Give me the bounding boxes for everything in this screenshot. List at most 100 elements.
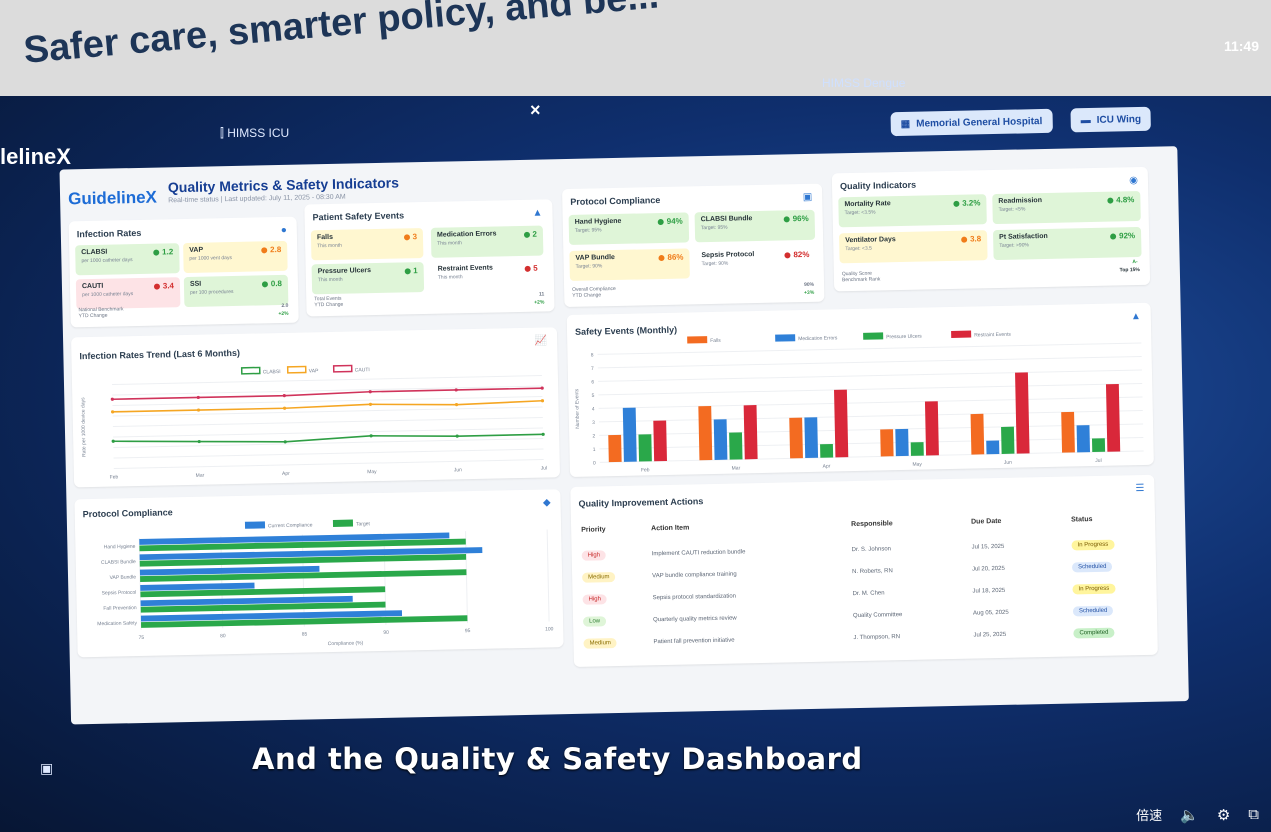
patient-safety-card: Patient Safety Events ▲ Falls This month 3… xyxy=(304,199,555,317)
metric-name: Pressure Ulcers xyxy=(317,267,372,276)
data-point xyxy=(282,406,287,410)
tick-label: 85 xyxy=(302,632,308,638)
compliance-hbar-chart: 75 80 85 90 95 100 Hand Hygiene CLABSI Bundle VA… xyxy=(97,519,554,647)
legend-label: CLABSI xyxy=(263,369,281,375)
tick-label: Mar xyxy=(196,473,205,479)
data-point xyxy=(454,403,459,407)
data-point xyxy=(110,397,114,401)
metric-sub: per 1000 catheter days xyxy=(82,291,134,299)
card-title: Patient Safety Events xyxy=(312,210,405,223)
legend-label: Medication Errors xyxy=(798,335,838,342)
tick-label: 4 xyxy=(592,406,595,412)
metric-tile[interactable]: Medication Errors This month 2 xyxy=(430,225,544,258)
tick-label: Jul xyxy=(541,465,548,471)
table-cell: VAP bundle compliance training xyxy=(652,571,737,580)
legend-swatch xyxy=(863,332,884,340)
pip-icon[interactable]: ⧉ xyxy=(1248,806,1259,823)
metric-sub: This month xyxy=(317,276,343,284)
bar xyxy=(1001,426,1015,454)
legend-swatch xyxy=(240,366,261,375)
metric-value: 4.8% xyxy=(1107,195,1134,205)
bar xyxy=(910,442,924,456)
table-cell: Patient fall prevention initiative xyxy=(653,637,735,646)
info-icon[interactable]: ● xyxy=(281,225,287,236)
bed-icon: ▬ xyxy=(1080,114,1091,126)
page-subtitle: Real-time status | Last updated: July 11… xyxy=(168,193,346,205)
legend-swatch xyxy=(775,334,796,342)
tick-label: 0 xyxy=(593,460,596,466)
bar xyxy=(834,389,849,458)
warning-icon[interactable]: ▲ xyxy=(532,208,542,219)
metric-tile[interactable]: VAP Bundle Target: 90% 86% xyxy=(569,248,690,281)
wing-pill[interactable]: ▬ ICU Wing xyxy=(1070,106,1152,133)
infection-line-chart: CLABSI VAP CAUTI Feb Mar Apr May Jun Jul Rate per… xyxy=(80,364,548,481)
speed-button[interactable]: 倍速 xyxy=(1136,805,1162,824)
list-icon[interactable]: ☰ xyxy=(1135,483,1144,494)
column-header[interactable]: Status xyxy=(1071,516,1093,523)
metric-tile[interactable]: Mortality Rate Target: <3.5% 3.2% xyxy=(838,194,987,228)
bar xyxy=(653,420,667,462)
bar xyxy=(729,432,743,460)
metric-tile[interactable]: Ventilator Days Target: <3.5 3.8 xyxy=(839,230,988,264)
protocol-card: Protocol Compliance ▣ Hand Hygiene Target… xyxy=(562,183,825,308)
dashboard-screen: ▦ Memorial General Hospital ▬ ICU Wing Gui… xyxy=(40,74,1203,736)
column-header[interactable]: Action Item xyxy=(651,524,689,532)
tick-label: 95 xyxy=(465,628,471,634)
settings-icon[interactable]: ⚙ xyxy=(1217,806,1230,824)
metric-tile[interactable]: Restraint Events This month 5 xyxy=(431,259,545,292)
column-header[interactable]: Due Date xyxy=(971,518,1001,526)
metric-value: 0.8 xyxy=(261,279,282,288)
bar xyxy=(743,405,758,460)
metric-tile[interactable]: CAUTI per 1000 catheter days 3.4 xyxy=(75,277,181,310)
hospital-pill[interactable]: ▦ Memorial General Hospital xyxy=(890,108,1053,137)
metric-tile[interactable]: Pt Satisfaction Target: >90% 92% xyxy=(992,226,1142,261)
status-dot xyxy=(657,218,664,225)
volume-icon[interactable]: 🔈 xyxy=(1180,806,1199,824)
legend-label: Target xyxy=(356,521,371,527)
column-header[interactable]: Responsible xyxy=(851,520,893,528)
card-foot-label: Total Events YTD Change xyxy=(314,295,344,309)
page-title: Quality Metrics & Safety Indicators xyxy=(167,174,400,196)
bar xyxy=(895,428,909,457)
dashboard: GuidelineX Quality Metrics & Safety Indi… xyxy=(59,146,1189,725)
clipboard-icon[interactable]: ▣ xyxy=(803,192,813,203)
metric-tile[interactable]: CLABSI Bundle Target: 95% 96% xyxy=(694,209,816,243)
legend-swatch xyxy=(332,364,353,373)
metric-tile[interactable]: VAP per 1000 vent days 2.8 xyxy=(183,240,288,274)
subtitle-icon[interactable]: ▣ xyxy=(40,760,53,777)
metric-tile[interactable]: Falls This month 3 xyxy=(310,228,424,261)
gridline xyxy=(465,531,468,624)
status-badge: Scheduled xyxy=(1071,561,1113,573)
metric-value: 96% xyxy=(783,214,809,224)
category-label: Medication Safety xyxy=(97,620,137,627)
globe-icon[interactable]: ◉ xyxy=(1129,175,1138,186)
infection-trend-card: Infection Rates Trend (Last 6 Months) 📈 … xyxy=(71,327,561,488)
data-point xyxy=(368,390,372,394)
gridline xyxy=(112,417,543,428)
x-axis-label: Compliance (%) xyxy=(328,640,364,647)
metric-value: 92% xyxy=(1110,231,1135,241)
metric-tile[interactable]: Hand Hygiene Target: 95% 94% xyxy=(568,212,690,245)
card-foot-change: +2% xyxy=(278,310,289,318)
category-label: Hand Hygiene xyxy=(104,544,136,551)
metric-sub: per 100 procedures xyxy=(190,288,234,296)
gridline xyxy=(598,369,1142,382)
dash-brand: GuidelineX xyxy=(67,187,158,209)
metric-tile[interactable]: SSI per 100 procedures 0.8 xyxy=(183,274,289,308)
metric-value: 82% xyxy=(784,250,810,260)
metric-tile[interactable]: CLABSI per 1000 catheter days 1.2 xyxy=(75,243,180,276)
status-badge: In Progress xyxy=(1071,539,1115,551)
metric-tile[interactable]: Pressure Ulcers This month 1 xyxy=(311,262,425,295)
table-cell: Dr. M. Chen xyxy=(852,590,885,598)
bar xyxy=(713,419,728,460)
metric-tile[interactable]: Readmission Target: <5% 4.8% xyxy=(992,190,1141,225)
tick-label: Apr xyxy=(823,464,831,470)
metric-tile[interactable]: Sepsis Protocol Target: 90% 82% xyxy=(695,245,816,279)
column-header[interactable]: Priority xyxy=(581,526,606,534)
legend-swatch xyxy=(244,521,266,529)
category-label: Fall Prevention xyxy=(103,605,137,612)
status-dot xyxy=(1107,197,1114,204)
tick-label: 75 xyxy=(138,635,144,641)
priority-badge: High xyxy=(581,550,607,561)
tick-label: Jun xyxy=(454,467,462,473)
